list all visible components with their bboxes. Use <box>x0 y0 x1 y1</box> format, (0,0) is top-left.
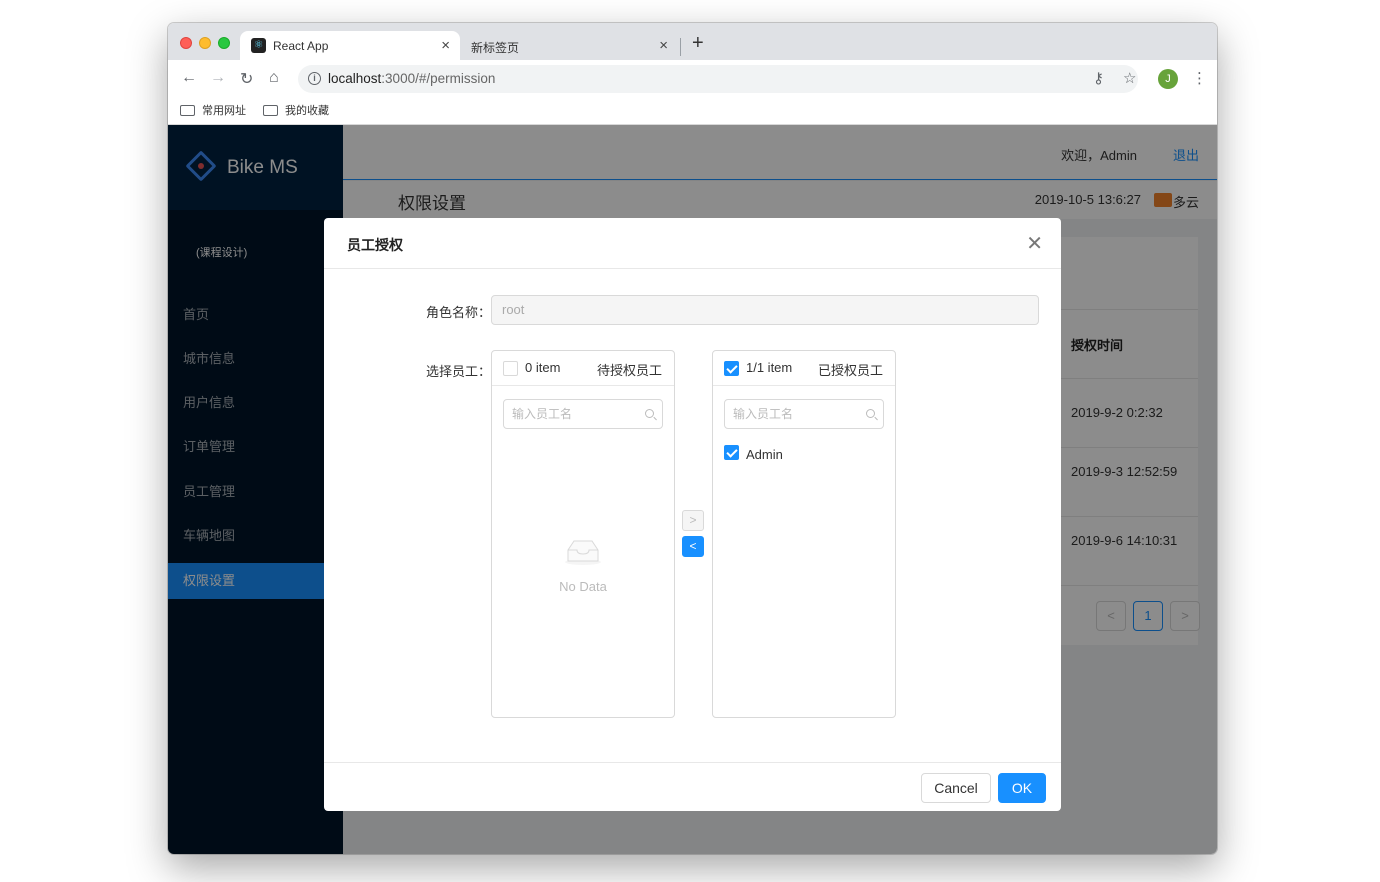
browser-window: ⚛ React App × 新标签页 × + ← → ↻ ⌂ i localho… <box>168 23 1217 854</box>
close-icon[interactable]: ✕ <box>1026 231 1043 256</box>
role-name-label: 角色名称： <box>426 305 492 320</box>
source-list-header: 0 item 待授权员工 <box>492 351 674 386</box>
reload-icon[interactable]: ↻ <box>240 69 253 89</box>
source-transfer-list: 0 item 待授权员工 输入员工名 No Data <box>491 350 675 718</box>
modal-footer: Cancel OK <box>324 762 1061 811</box>
tab-title: 新标签页 <box>471 41 520 55</box>
role-name-input[interactable]: root <box>491 295 1039 325</box>
empty-text: No Data <box>559 579 607 594</box>
tab-separator <box>680 38 681 56</box>
target-search-input[interactable]: 输入员工名 <box>724 399 884 429</box>
select-staff-label: 选择员工： <box>426 364 492 379</box>
folder-icon <box>180 104 195 116</box>
modal-title: 员工授权 <box>347 237 403 253</box>
minimize-window-button[interactable] <box>199 37 211 49</box>
bookmark-folder[interactable]: 常用网址 <box>180 102 246 118</box>
url-text: localhost:3000/#/permission <box>328 71 496 86</box>
tab-close-icon[interactable]: × <box>441 37 450 54</box>
source-count: 0 item <box>525 360 561 375</box>
app-page: Bike MS (课程设计) 首页 城市信息 用户信息 订单管理 员工管理 车辆… <box>168 125 1217 854</box>
bookmark-folder[interactable]: 我的收藏 <box>263 102 329 118</box>
back-icon[interactable]: ← <box>181 69 197 87</box>
search-icon <box>645 409 654 418</box>
home-icon[interactable]: ⌂ <box>269 69 279 87</box>
select-all-checkbox[interactable] <box>724 361 739 376</box>
ok-button[interactable]: OK <box>998 773 1046 803</box>
tab-react-app[interactable]: ⚛ React App × <box>240 31 460 60</box>
menu-kebab-icon[interactable]: ⋮ <box>1192 69 1207 87</box>
target-transfer-list: 1/1 item 已授权员工 输入员工名 Admin <box>712 350 896 718</box>
bookmarks-bar: 常用网址 我的收藏 <box>168 98 1217 125</box>
source-search-input[interactable]: 输入员工名 <box>503 399 663 429</box>
modal-header: 员工授权 ✕ <box>324 218 1061 269</box>
forward-icon[interactable]: → <box>210 69 226 87</box>
star-icon[interactable]: ☆ <box>1123 69 1136 87</box>
tab-bar: ⚛ React App × 新标签页 × + <box>168 23 1217 60</box>
search-icon <box>866 409 875 418</box>
tab-new-tab[interactable]: 新标签页 × <box>464 31 678 60</box>
key-icon[interactable]: ⚷ <box>1093 69 1104 87</box>
close-window-button[interactable] <box>180 37 192 49</box>
list-item-checkbox[interactable] <box>724 445 739 460</box>
target-count: 1/1 item <box>746 360 793 375</box>
source-title: 待授权员工 <box>596 363 662 378</box>
authorize-modal: 员工授权 ✕ 角色名称： root 选择员工： 0 item 待授权员工 输入员… <box>324 218 1061 811</box>
browser-toolbar: ← → ↻ ⌂ i localhost:3000/#/permission ⚷ … <box>168 60 1217 98</box>
address-bar[interactable]: i localhost:3000/#/permission <box>298 65 1138 93</box>
empty-inbox-icon <box>565 540 601 565</box>
tab-close-icon[interactable]: × <box>659 37 668 54</box>
cancel-button[interactable]: Cancel <box>921 773 991 803</box>
profile-avatar[interactable]: J <box>1158 69 1178 89</box>
move-left-button[interactable]: < <box>682 536 704 557</box>
target-title: 已授权员工 <box>817 363 883 378</box>
target-list-header: 1/1 item 已授权员工 <box>713 351 895 386</box>
tab-title: React App <box>273 39 329 53</box>
maximize-window-button[interactable] <box>218 37 230 49</box>
info-icon[interactable]: i <box>308 72 321 85</box>
new-tab-icon[interactable]: + <box>692 32 704 55</box>
select-all-checkbox[interactable] <box>503 361 518 376</box>
move-right-button[interactable]: > <box>682 510 704 531</box>
react-icon: ⚛ <box>251 38 266 53</box>
list-item[interactable]: Admin <box>746 447 783 462</box>
folder-icon <box>263 104 278 116</box>
